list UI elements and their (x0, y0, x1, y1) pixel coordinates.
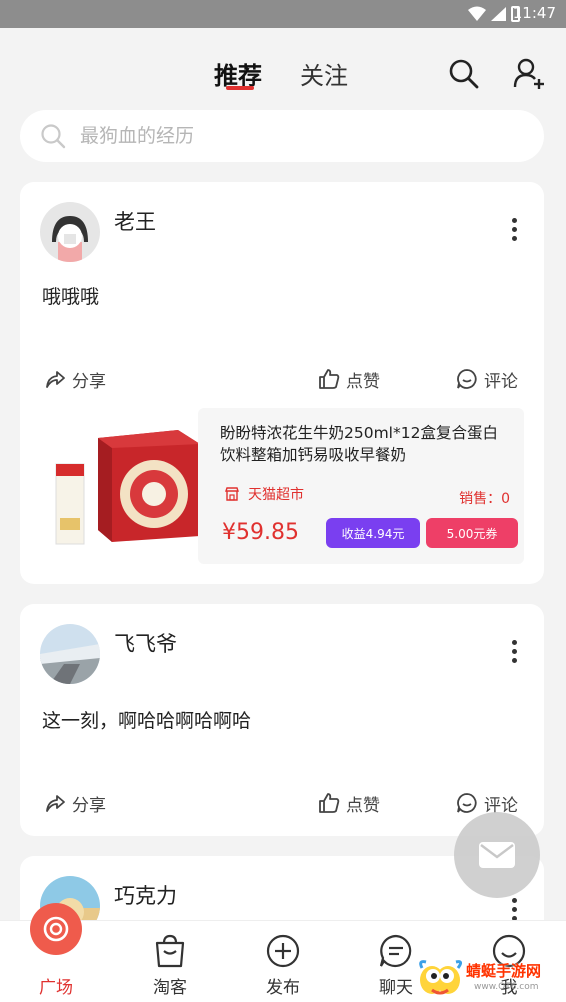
product-info: 盼盼特浓花生牛奶250ml*12盒复合蛋白饮料整箱加钙易吸收早餐奶 天猫超市 销… (198, 408, 524, 564)
status-bar: 11:47 (0, 0, 566, 28)
signal-icon (491, 7, 506, 21)
nav-item-square[interactable]: 广场 (16, 903, 96, 1002)
wifi-icon (468, 6, 486, 21)
sales-count: 销售：0 (459, 491, 510, 507)
share-button[interactable]: 分享 (44, 364, 106, 394)
more-options-icon[interactable] (504, 638, 524, 664)
thumbs-up-icon (319, 369, 340, 389)
like-button[interactable]: 点赞 (318, 364, 380, 394)
watermark-name: 蜻蜓手游网 (466, 962, 542, 980)
share-icon (46, 371, 65, 388)
post-text: 这一刻，啊哈哈啊哈啊哈 (42, 710, 252, 732)
post-text: 哦哦哦 (42, 286, 100, 308)
mail-icon (479, 842, 515, 868)
nav-item-taoke[interactable]: 淘客 (130, 921, 210, 1002)
post-actions: 分享 点赞 评论 (20, 788, 544, 818)
shopping-bag-icon (155, 934, 185, 968)
search-input[interactable] (80, 122, 520, 150)
product-card[interactable]: 盼盼特浓花生牛奶250ml*12盒复合蛋白饮料整箱加钙易吸收早餐奶 天猫超市 销… (42, 408, 524, 564)
more-options-icon[interactable] (504, 216, 524, 242)
thumbs-up-icon (319, 793, 340, 813)
coupon-button[interactable]: 5.00元券 (426, 518, 518, 548)
nav-label: 发布 (266, 978, 300, 998)
watermark-url: www.QT6.com (474, 982, 539, 992)
share-label: 分享 (72, 795, 106, 816)
product-title: 盼盼特浓花生牛奶250ml*12盒复合蛋白饮料整箱加钙易吸收早餐奶 (220, 424, 498, 464)
post-username[interactable]: 老王 (114, 206, 156, 236)
top-nav: 推荐 关注 (0, 28, 566, 108)
comment-label: 评论 (484, 371, 518, 392)
like-button[interactable]: 点赞 (318, 788, 380, 818)
post-username[interactable]: 巧克力 (114, 880, 177, 910)
add-user-icon[interactable] (512, 56, 546, 90)
share-icon (46, 795, 65, 812)
post-card: 老王 哦哦哦 分享 点赞 评论 盼盼特浓花生牛奶250ml*12盒复合蛋白饮料整… (20, 182, 544, 584)
shop-label: 天猫超市 (248, 487, 304, 503)
comment-icon (457, 369, 477, 389)
share-label: 分享 (72, 371, 106, 392)
avatar[interactable] (40, 624, 100, 684)
more-options-icon[interactable] (504, 896, 524, 922)
share-button[interactable]: 分享 (44, 788, 106, 818)
earn-button[interactable]: 收益4.94元 (326, 518, 420, 548)
status-time: 11:47 (512, 4, 556, 22)
avatar[interactable] (40, 202, 100, 262)
post-card: 飞飞爷 这一刻，啊哈哈啊哈啊哈 分享 点赞 评论 (20, 604, 544, 836)
search-field-icon (41, 124, 66, 149)
search-icon[interactable] (446, 56, 480, 90)
product-price: ¥59.85 (222, 520, 299, 545)
active-tab-indicator (226, 86, 254, 90)
product-image (42, 408, 202, 564)
nav-label: 广场 (39, 978, 73, 998)
plus-circle-icon (266, 934, 300, 968)
like-label: 点赞 (346, 795, 380, 816)
search-bar[interactable] (20, 110, 544, 162)
nav-item-publish[interactable]: 发布 (243, 921, 323, 1002)
watermark: 蜻蜓手游网 www.QT6.com (418, 958, 566, 1002)
dragonfly-logo-icon (419, 960, 463, 995)
shop-name: 天猫超市 (224, 484, 304, 504)
comment-icon (457, 793, 477, 813)
message-fab[interactable] (454, 812, 540, 898)
comment-button[interactable]: 评论 (456, 364, 518, 394)
chat-bubble-icon (379, 934, 412, 968)
nav-label: 淘客 (153, 978, 187, 998)
like-label: 点赞 (346, 371, 380, 392)
store-icon (225, 487, 239, 501)
square-icon (30, 903, 82, 955)
tab-follow[interactable]: 关注 (300, 56, 348, 91)
post-username[interactable]: 飞飞爷 (114, 628, 177, 658)
post-actions: 分享 点赞 评论 (20, 364, 544, 394)
